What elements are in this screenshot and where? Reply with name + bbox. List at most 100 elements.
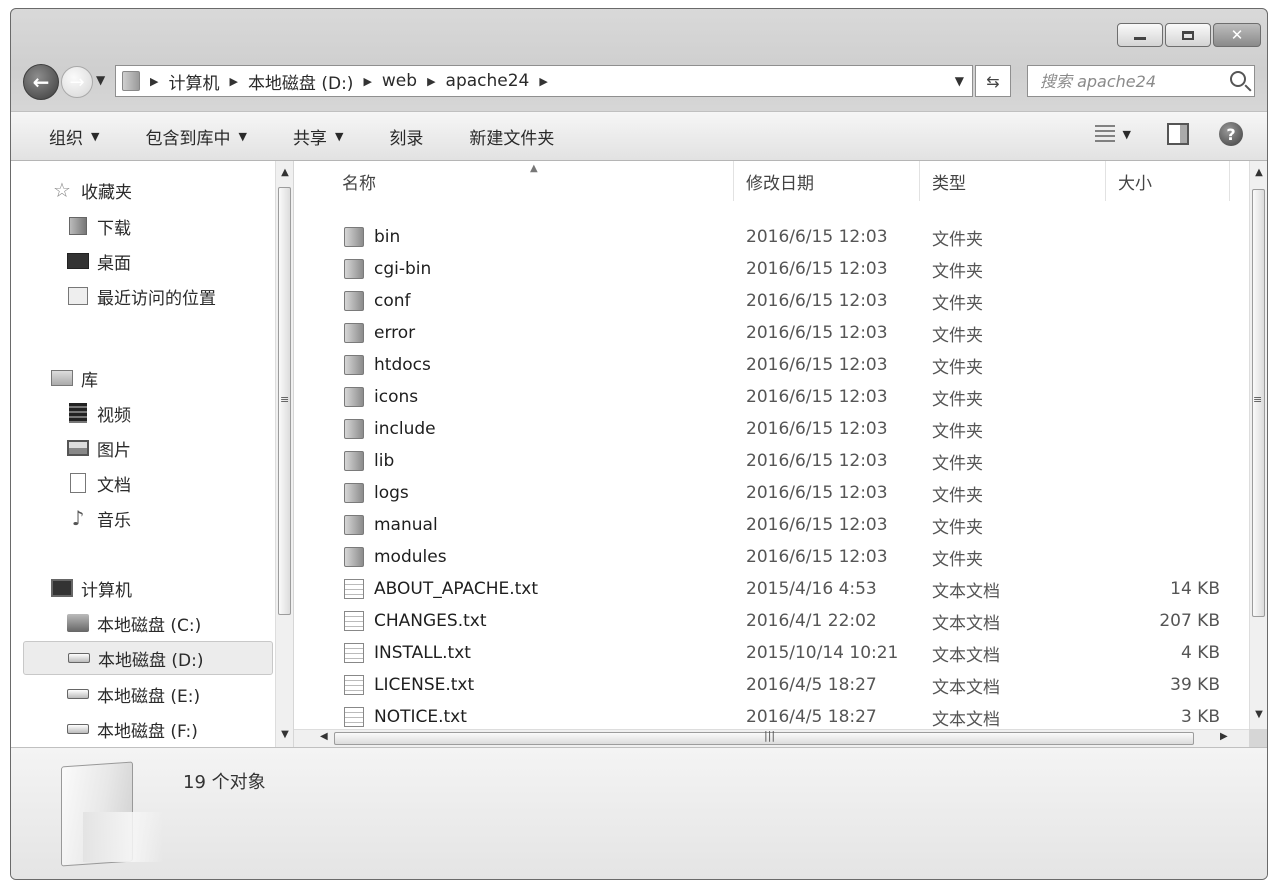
nav-label: 下载 — [97, 218, 131, 239]
nav-label: 收藏夹 — [81, 182, 132, 203]
file-row[interactable]: icons 2016/6/15 12:03 文件夹 — [294, 381, 1249, 413]
nav-downloads[interactable]: 下载 — [67, 209, 289, 243]
file-size: 39 KB — [1170, 675, 1220, 695]
scroll-left-icon[interactable]: ◀ — [320, 731, 328, 742]
breadcrumb-separator-icon[interactable]: ▶ — [363, 75, 371, 88]
help-icon[interactable]: ? — [1219, 122, 1243, 146]
nav-documents[interactable]: 文档 — [67, 466, 289, 500]
nav-desktop[interactable]: 桌面 — [67, 244, 289, 278]
window-controls: ✕ — [1115, 23, 1261, 47]
breadcrumb-separator-icon[interactable]: ▶ — [539, 75, 547, 88]
file-row[interactable]: include 2016/6/15 12:03 文件夹 — [294, 413, 1249, 445]
library-icon — [51, 370, 73, 386]
file-row[interactable]: modules 2016/6/15 12:03 文件夹 — [294, 541, 1249, 573]
nav-videos[interactable]: 视频 — [67, 396, 289, 430]
column-header-date[interactable]: 修改日期 — [734, 161, 920, 201]
organize-menu[interactable]: 组织 ▼ — [49, 124, 99, 149]
address-bar[interactable]: ▶ 计算机 ▶ 本地磁盘 (D:) ▶ web ▶ apache24 ▶ ▼ — [115, 65, 973, 97]
recent-pages-dropdown[interactable]: ▼ — [96, 73, 105, 87]
nav-drive-f[interactable]: 本地磁盘 (F:) — [67, 712, 289, 746]
new-folder-button[interactable]: 新建文件夹 — [469, 124, 554, 149]
file-size — [1114, 253, 1220, 285]
recent-places-icon — [68, 287, 88, 305]
file-row[interactable]: bin 2016/6/15 12:03 文件夹 — [294, 221, 1249, 253]
burn-button[interactable]: 刻录 — [389, 124, 423, 149]
nav-favorites[interactable]: ☆ 收藏夹 — [51, 173, 273, 207]
navigation-scrollbar[interactable]: ▲ ≡ ▼ — [275, 161, 293, 747]
file-row[interactable]: manual 2016/6/15 12:03 文件夹 — [294, 509, 1249, 541]
nav-drive-e[interactable]: 本地磁盘 (E:) — [67, 677, 289, 711]
file-row[interactable]: error 2016/6/15 12:03 文件夹 — [294, 317, 1249, 349]
file-row[interactable]: NOTICE.txt 2016/4/5 18:27 文本文档 3 KB — [294, 701, 1249, 729]
back-button[interactable]: ← — [23, 64, 59, 100]
file-row[interactable]: conf 2016/6/15 12:03 文件夹 — [294, 285, 1249, 317]
nav-label: 本地磁盘 (D:) — [98, 650, 204, 671]
breadcrumb-drive-d[interactable]: 本地磁盘 (D:) — [248, 69, 354, 94]
computer-icon — [51, 579, 73, 597]
file-row[interactable]: ABOUT_APACHE.txt 2015/4/16 4:53 文本文档 14 KB — [294, 573, 1249, 605]
address-row: ← → ▼ ▶ 计算机 ▶ 本地磁盘 (D:) ▶ web ▶ apache24… — [23, 63, 1255, 101]
new-folder-label: 新建文件夹 — [469, 128, 555, 149]
file-row[interactable]: INSTALL.txt 2015/10/14 10:21 文本文档 4 KB — [294, 637, 1249, 669]
scroll-down-icon[interactable]: ▼ — [276, 729, 294, 740]
file-size: 14 KB — [1170, 579, 1220, 599]
preview-pane-icon[interactable] — [1167, 123, 1189, 145]
minimize-button[interactable] — [1117, 23, 1163, 47]
breadcrumb-apache24[interactable]: apache24 — [446, 71, 530, 91]
share-menu[interactable]: 共享 ▼ — [293, 124, 343, 149]
nav-recent-places[interactable]: 最近访问的位置 — [67, 279, 289, 313]
column-header-type[interactable]: 类型 — [920, 161, 1106, 201]
scroll-up-icon[interactable]: ▲ — [1250, 167, 1267, 178]
file-list-horizontal-scrollbar[interactable]: ◀ ||| ▶ — [294, 729, 1249, 747]
file-row[interactable]: LICENSE.txt 2016/4/5 18:27 文本文档 39 KB — [294, 669, 1249, 701]
file-list-vertical-scrollbar[interactable]: ▲ ≡ ▼ — [1249, 161, 1267, 729]
file-row[interactable]: htdocs 2016/6/15 12:03 文件夹 — [294, 349, 1249, 381]
file-date: 2015/10/14 10:21 — [746, 643, 899, 663]
scroll-up-icon[interactable]: ▲ — [276, 167, 294, 178]
forward-button[interactable]: → — [61, 66, 93, 98]
nav-drive-d[interactable]: 本地磁盘 (D:) — [23, 641, 273, 675]
maximize-icon — [1182, 30, 1194, 40]
file-name: logs — [374, 483, 409, 503]
views-dropdown-icon[interactable]: ▼ — [1123, 128, 1131, 141]
include-in-library-label: 包含到库中 — [145, 128, 231, 149]
breadcrumb-separator-icon[interactable]: ▶ — [427, 75, 435, 88]
nav-pictures[interactable]: 图片 — [67, 431, 289, 465]
file-row[interactable]: cgi-bin 2016/6/15 12:03 文件夹 — [294, 253, 1249, 285]
file-date: 2016/4/1 22:02 — [746, 611, 877, 631]
scroll-down-icon[interactable]: ▼ — [1250, 709, 1267, 720]
breadcrumb-web[interactable]: web — [382, 71, 417, 91]
search-icon[interactable] — [1230, 71, 1246, 87]
navigation-pane: ☆ 收藏夹 下载 桌面 最近访问的位置 库 视频 图片 文档 ♪ 音乐 计算机 本地… — [11, 161, 293, 747]
file-row[interactable]: lib 2016/6/15 12:03 文件夹 — [294, 445, 1249, 477]
breadcrumb-computer[interactable]: 计算机 — [168, 69, 219, 94]
chevron-down-icon: ▼ — [334, 129, 344, 143]
views-icon[interactable] — [1094, 125, 1115, 143]
nav-drive-c[interactable]: 本地磁盘 (C:) — [67, 606, 289, 640]
file-type: 文件夹 — [932, 421, 983, 442]
refresh-button[interactable]: ⇆ — [975, 65, 1011, 97]
column-header-size[interactable]: 大小 — [1106, 161, 1230, 201]
file-row[interactable]: CHANGES.txt 2016/4/1 22:02 文本文档 207 KB — [294, 605, 1249, 637]
nav-label: 桌面 — [97, 253, 131, 274]
scroll-right-icon[interactable]: ▶ — [1220, 731, 1228, 742]
file-row[interactable]: logs 2016/6/15 12:03 文件夹 — [294, 477, 1249, 509]
breadcrumb-separator-icon[interactable]: ▶ — [150, 75, 158, 88]
close-button[interactable]: ✕ — [1213, 23, 1261, 47]
file-size: 4 KB — [1180, 643, 1220, 663]
file-name: error — [374, 323, 416, 343]
maximize-button[interactable] — [1165, 23, 1211, 47]
nav-libraries[interactable]: 库 — [51, 361, 273, 395]
nav-computer[interactable]: 计算机 — [51, 571, 273, 605]
file-size — [1114, 413, 1220, 445]
search-input[interactable] — [1040, 71, 1220, 91]
sort-ascending-icon: ▲ — [530, 163, 538, 174]
file-size — [1114, 381, 1220, 413]
nav-music[interactable]: ♪ 音乐 — [67, 501, 289, 535]
column-label: 类型 — [932, 173, 966, 194]
include-in-library-menu[interactable]: 包含到库中 ▼ — [145, 124, 246, 149]
breadcrumb-separator-icon[interactable]: ▶ — [229, 75, 237, 88]
column-label: 名称 — [342, 173, 376, 194]
address-history-dropdown[interactable]: ▼ — [955, 74, 964, 88]
drive-icon — [67, 689, 89, 699]
